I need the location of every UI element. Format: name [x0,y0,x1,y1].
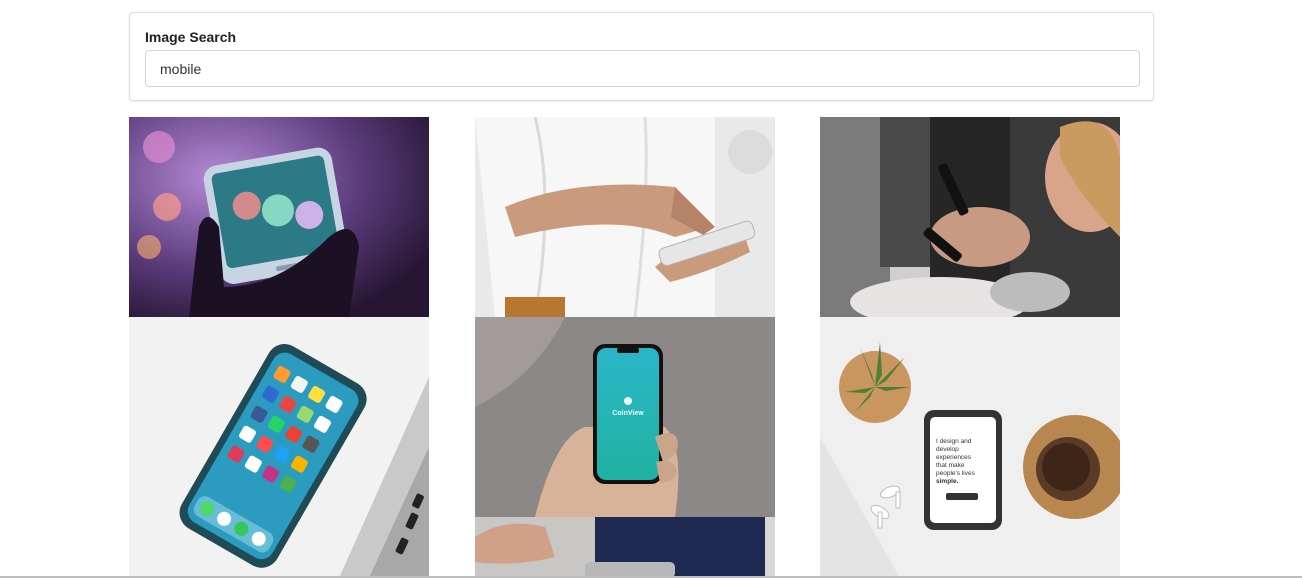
search-panel: Image Search [129,12,1154,101]
hand-holding-phone-image: CoinView [475,317,775,517]
result-image-iphone-app-grid[interactable] [129,317,429,578]
result-image-phone-on-desk[interactable]: I design and develop experiences that ma… [820,317,1120,578]
result-image-man-using-phone[interactable] [475,117,775,317]
result-image-phone-partial[interactable] [475,517,775,578]
phone-on-desk-image: I design and develop experiences that ma… [820,317,1120,578]
phone-text-line-1: I design and [936,438,972,445]
coinview-text: CoinView [612,410,644,417]
phone-text-line-4: that make [936,462,965,469]
phone-text-line-6: simple. [936,478,959,485]
phone-bokeh-image [129,117,429,317]
phone-partial-image [475,517,775,578]
result-image-hand-holding-phone[interactable]: CoinView [475,317,775,517]
result-image-phone-bokeh[interactable] [129,117,429,317]
people-phones-image [820,117,1120,317]
phone-text-line-2: develop [936,446,959,453]
search-input[interactable] [145,50,1140,87]
image-search-page: Image Search mobile CoinView I design an… [0,0,1302,578]
man-using-phone-image [475,117,775,317]
search-label: Image Search [145,29,237,45]
phone-text-line-3: experiences [936,454,972,461]
phone-text-line-5: people's lives [936,470,976,477]
iphone-app-grid-image [129,317,429,578]
result-image-people-phones[interactable] [820,117,1120,317]
